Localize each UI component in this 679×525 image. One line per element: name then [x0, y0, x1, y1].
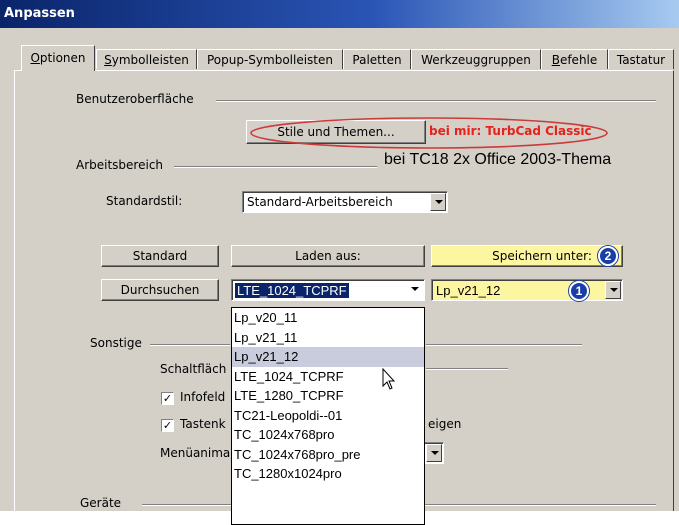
annotation-ellipse [250, 117, 608, 149]
standard-button[interactable]: Standard [101, 245, 219, 267]
chevron-down-icon[interactable] [430, 193, 446, 211]
tab-werkzeuggruppen[interactable]: Werkzeuggruppen [411, 49, 541, 69]
customize-dialog: Optionen Symbolleisten Popup-Symbolleist… [0, 28, 679, 525]
infofeld-label: Infofeld [180, 390, 226, 404]
tasten-label: Tastenk [180, 417, 226, 431]
dropdown-option[interactable]: Lp_v21_12 [232, 347, 424, 367]
chevron-down-icon[interactable] [407, 281, 423, 299]
laden-aus-button[interactable]: Laden aus: [231, 245, 425, 267]
chevron-down-icon[interactable] [605, 281, 621, 299]
annotation-badge-1: 1 [569, 281, 589, 301]
group-benutzeroberflaeche: Benutzeroberfläche [76, 92, 198, 106]
dropdown-option[interactable]: Lp_v21_11 [232, 328, 424, 348]
group-arbeitsbereich: Arbeitsbereich [76, 158, 168, 172]
durchsuchen-button[interactable]: Durchsuchen [101, 279, 219, 301]
group-divider [426, 344, 582, 346]
dropdown-option[interactable]: TC_1024x768pro [232, 425, 424, 445]
tab-paletten[interactable]: Paletten [343, 49, 411, 69]
group-sonstige: Sonstige [90, 336, 146, 350]
mouse-cursor-icon [382, 368, 396, 390]
group-divider [150, 344, 230, 346]
standardstil-select[interactable]: Standard-Arbeitsbereich [242, 191, 448, 213]
chevron-down-icon[interactable] [426, 444, 442, 462]
annotation-badge-2: 2 [598, 246, 618, 266]
window-title: Anpassen [4, 6, 75, 21]
tab-symbolleisten[interactable]: Symbolleisten [96, 49, 197, 69]
standardstil-value: Standard-Arbeitsbereich [247, 195, 393, 209]
tasten-label-tail: eigen [428, 417, 462, 431]
speichern-unter-button[interactable]: Speichern unter: [431, 245, 623, 267]
speichern-unter-select[interactable]: Lp_v21_12 [431, 279, 623, 301]
group-divider [216, 100, 656, 102]
dropdown-option[interactable]: TC21-Leopoldi--01 [232, 406, 424, 426]
slider-track [426, 368, 508, 370]
tab-popup-symbolleisten[interactable]: Popup-Symbolleisten [197, 49, 343, 69]
tab-tastatur[interactable]: Tastatur [608, 49, 674, 69]
laden-aus-dropdown-list[interactable]: Lp_v20_11 Lp_v21_11 Lp_v21_12 LTE_1024_TCPR… [231, 307, 425, 525]
tab-optionen[interactable]: Optionen [21, 45, 95, 71]
group-divider [174, 166, 377, 168]
tab-befehle[interactable]: Befehle [541, 49, 608, 69]
annotation-tc18-note: bei TC18 2x Office 2003-Thema [384, 151, 612, 168]
menueanimation-label: Menüanima [160, 446, 231, 460]
dropdown-option[interactable]: TC_1024x768pro_pre [232, 445, 424, 465]
speichern-unter-value: Lp_v21_12 [436, 283, 501, 298]
schaltflaeche-label: Schaltfläch [160, 362, 227, 376]
laden-aus-value: LTE_1024_TCPRF [235, 283, 349, 298]
tasten-checkbox[interactable]: ✓ [161, 419, 174, 432]
standardstil-label: Standardstil: [106, 194, 183, 208]
infofeld-checkbox[interactable]: ✓ [161, 392, 174, 405]
title-bar: Anpassen [0, 0, 679, 28]
laden-aus-select[interactable]: LTE_1024_TCPRF [231, 279, 425, 301]
dropdown-option[interactable]: TC_1280x1024pro [232, 464, 424, 484]
dropdown-option[interactable]: Lp_v20_11 [232, 308, 424, 328]
group-geraete: Geräte [80, 496, 126, 510]
